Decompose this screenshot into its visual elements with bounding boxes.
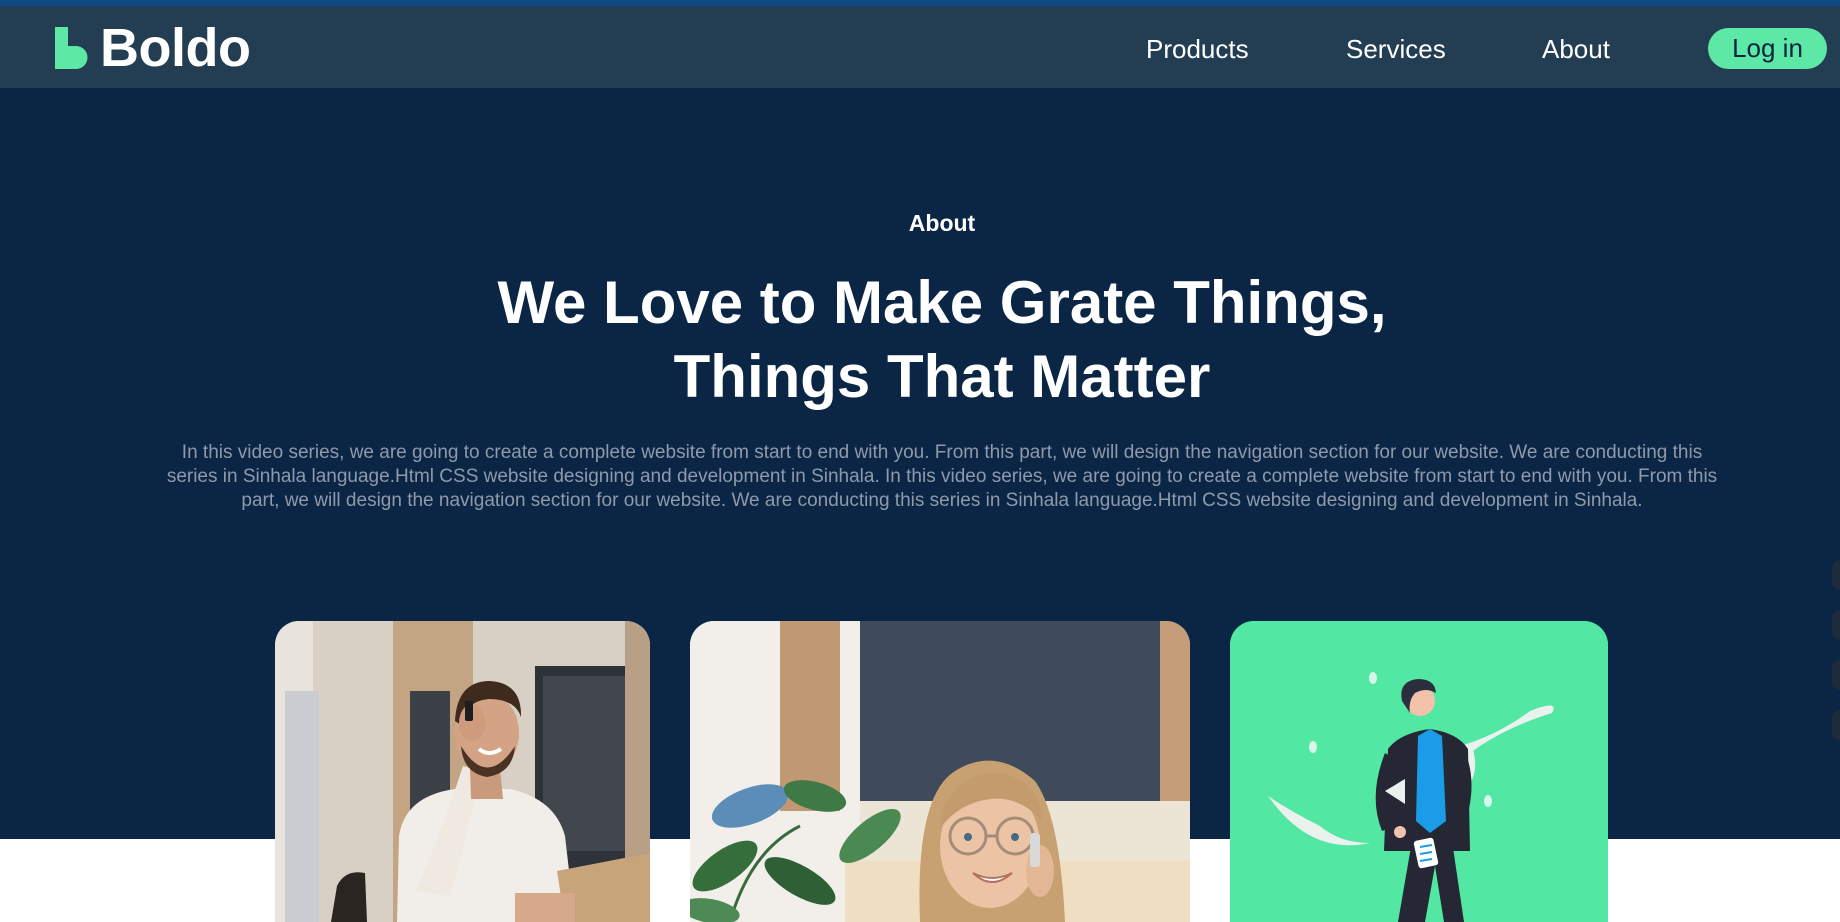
woman-on-phone-photo [690,621,1190,922]
edge-decoration [1832,560,1840,590]
nav-link-products[interactable]: Products [1146,34,1249,64]
section-eyebrow: About [908,210,976,236]
brand-logo[interactable]: Boldo [55,18,251,78]
headline-line-2: Things That Matter [673,343,1211,410]
man-on-phone-photo [275,621,650,922]
edge-decoration [1832,610,1840,640]
nav-link-about[interactable]: About [1542,34,1610,64]
headline-line-1: We Love to Make Grate Things, [497,269,1387,336]
brand-name: Boldo [100,18,251,78]
businessman-illustration [1230,621,1608,922]
login-button[interactable]: Log in [1708,28,1827,69]
edge-decoration [1832,660,1840,690]
navbar: Boldo Products Services About Log in [0,6,1840,88]
nav-link-services[interactable]: Services [1346,34,1446,64]
edge-decoration [1832,710,1840,740]
hero-headline: We Love to Make Grate Things, Things Tha… [0,266,1840,414]
hero-description: In this video series, we are going to cr… [166,442,1718,511]
boldo-logo-icon [55,27,88,69]
